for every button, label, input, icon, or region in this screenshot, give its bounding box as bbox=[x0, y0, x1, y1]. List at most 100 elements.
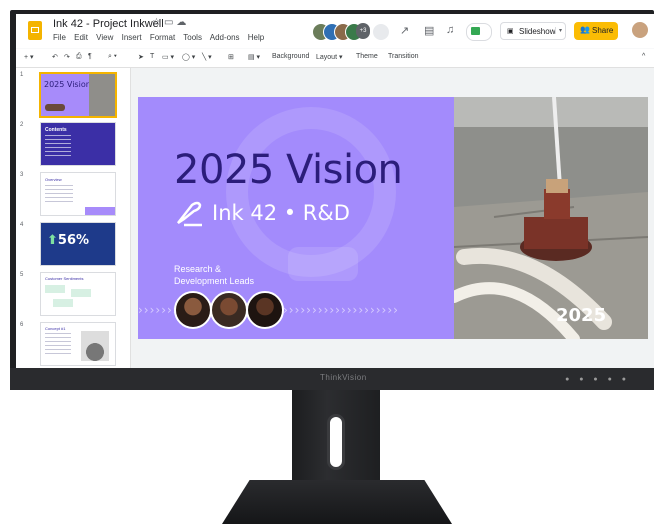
layout-label: Layout bbox=[316, 54, 338, 61]
toolbar: + ▾ ↶ ↷ ⎙ ¶ ⌕ ▾ ➤ T ▭ ▾ ◯ ▾ ╲ ▾ ⊞ ▤ ▾ Ba… bbox=[16, 49, 654, 68]
image-icon[interactable]: ▭ ▾ bbox=[162, 53, 174, 61]
slide-thumbnail[interactable]: Contents bbox=[40, 122, 116, 166]
monitor-buttons[interactable]: ● ● ● ● ● bbox=[565, 376, 630, 383]
menu-insert[interactable]: Insert bbox=[122, 33, 142, 42]
folder-icon[interactable]: ▭ bbox=[164, 17, 176, 28]
slide-number: 4 bbox=[20, 222, 24, 228]
menu-addons[interactable]: Add-ons bbox=[210, 33, 240, 42]
slide-thumbnail[interactable]: Concept #1 bbox=[40, 322, 116, 366]
activity-icon[interactable]: ↗ bbox=[400, 24, 409, 37]
slide-subtitle[interactable]: Ink 42 • R&D bbox=[212, 201, 350, 225]
undo-icon[interactable]: ↶ bbox=[52, 53, 58, 61]
thumb-title: Overview bbox=[45, 177, 62, 182]
notification-icon[interactable]: ♫ bbox=[446, 24, 454, 36]
print-icon[interactable]: ⎙ bbox=[76, 53, 82, 61]
thumb-photo bbox=[89, 74, 115, 116]
thumb-band bbox=[85, 207, 115, 215]
monitor-brand-logo: ThinkVision bbox=[320, 373, 367, 382]
thumb-lines bbox=[45, 185, 73, 203]
layout-button[interactable]: Layout ▾ bbox=[316, 53, 343, 61]
slide-filmstrip: 1 2025 Vision 2 Contents 3 Overview 4 ⬆5… bbox=[16, 68, 131, 368]
menu-tools[interactable]: Tools bbox=[183, 33, 202, 42]
select-icon[interactable]: ➤ bbox=[138, 53, 144, 61]
slideshow-button[interactable]: ▣ Slideshow ▾ bbox=[500, 22, 566, 40]
slideshow-label: Slideshow bbox=[519, 27, 556, 36]
thumb-quill-image bbox=[81, 331, 109, 361]
screen: Ink 42 - Project Inkwell ☆▭☁ File Edit V… bbox=[16, 14, 654, 368]
slide-thumbnail[interactable]: Overview bbox=[40, 172, 116, 216]
slide-canvas: 2025 Vision Ink 42 • R&D Research & Deve… bbox=[131, 68, 654, 368]
redo-icon[interactable]: ↷ bbox=[64, 53, 70, 61]
thumb-card bbox=[71, 289, 91, 297]
line-icon[interactable]: ╲ ▾ bbox=[202, 53, 212, 61]
star-icon[interactable]: ☆ bbox=[152, 17, 164, 28]
people-icon: 👥 bbox=[580, 25, 590, 34]
thumb-card bbox=[53, 299, 73, 307]
thumb-title: Contents bbox=[45, 127, 67, 133]
inkwell-photo[interactable] bbox=[454, 97, 648, 339]
textbox-icon[interactable]: T bbox=[150, 53, 154, 60]
avatar[interactable] bbox=[372, 23, 390, 41]
title-actions: ☆▭☁ bbox=[152, 17, 189, 28]
menu-bar: File Edit View Insert Format Tools Add-o… bbox=[53, 33, 270, 42]
title-bar: Ink 42 - Project Inkwell ☆▭☁ File Edit V… bbox=[16, 14, 654, 48]
thumb-title: Customer Sentiments bbox=[45, 276, 84, 281]
slide-year[interactable]: 2025 bbox=[556, 305, 606, 326]
thumb-faces bbox=[45, 104, 65, 111]
avatar bbox=[246, 291, 284, 329]
collaborators-more-badge[interactable]: +3 bbox=[356, 23, 370, 39]
menu-help[interactable]: Help bbox=[248, 33, 264, 42]
new-slide-icon[interactable]: + ▾ bbox=[24, 53, 34, 61]
menu-format[interactable]: Format bbox=[150, 33, 175, 42]
slide-number: 6 bbox=[20, 322, 24, 328]
inkwell-image bbox=[454, 97, 648, 339]
slide-thumbnail[interactable]: Customer Sentiments bbox=[40, 272, 116, 316]
zoom-icon[interactable]: ⌕ ▾ bbox=[108, 53, 117, 61]
menu-edit[interactable]: Edit bbox=[74, 33, 88, 42]
slide-thumbnail[interactable]: ⬆56% bbox=[40, 222, 116, 266]
cloud-icon[interactable]: ☁ bbox=[176, 17, 189, 28]
slide-number: 5 bbox=[20, 272, 24, 278]
present-icon: ▣ bbox=[507, 28, 514, 35]
slide-number: 2 bbox=[20, 122, 24, 128]
slide[interactable]: 2025 Vision Ink 42 • R&D Research & Deve… bbox=[138, 97, 648, 339]
thumb-stat: 56% bbox=[57, 233, 90, 248]
arrow-up-icon: ⬆ bbox=[47, 233, 58, 248]
quill-icon bbox=[177, 201, 202, 227]
comment-add-icon[interactable]: ⊞ bbox=[228, 53, 234, 61]
decorative-shape bbox=[288, 247, 358, 281]
comments-icon[interactable]: ▤ bbox=[424, 24, 434, 37]
note-line: Research & bbox=[174, 264, 222, 274]
slides-app-icon[interactable] bbox=[28, 21, 42, 40]
slide-title[interactable]: 2025 Vision bbox=[174, 147, 403, 193]
theme-button[interactable]: Theme bbox=[356, 53, 378, 60]
thumb-title: 2025 Vision bbox=[44, 80, 91, 89]
avatar bbox=[174, 291, 212, 329]
share-button[interactable]: 👥 Share bbox=[574, 22, 618, 40]
share-label: Share bbox=[592, 26, 614, 35]
background-button[interactable]: Background bbox=[272, 53, 309, 60]
transition-button[interactable]: Transition bbox=[388, 53, 418, 60]
thumb-lines bbox=[45, 135, 71, 159]
slide-thumbnail[interactable]: 2025 Vision bbox=[39, 72, 117, 118]
slide-note[interactable]: Research & Development Leads bbox=[174, 263, 284, 287]
thumb-lines bbox=[45, 333, 71, 355]
slide-number: 1 bbox=[20, 72, 24, 78]
collapse-icon[interactable]: ^ bbox=[642, 53, 645, 60]
align-icon[interactable]: ▤ ▾ bbox=[248, 53, 260, 61]
document-title[interactable]: Ink 42 - Project Inkwell bbox=[53, 18, 164, 30]
monitor-stand-base bbox=[222, 480, 452, 524]
avatar bbox=[210, 291, 248, 329]
paint-format-icon[interactable]: ¶ bbox=[88, 53, 92, 60]
menu-view[interactable]: View bbox=[96, 33, 113, 42]
cable-management-hole bbox=[327, 414, 345, 470]
chevron-down-icon[interactable]: ▾ bbox=[554, 27, 562, 34]
thumb-title: ⬆56% bbox=[47, 233, 89, 248]
menu-file[interactable]: File bbox=[53, 33, 66, 42]
monitor-chin: ThinkVision ● ● ● ● ● bbox=[10, 368, 654, 390]
thumb-card bbox=[45, 285, 65, 293]
slide-number: 3 bbox=[20, 172, 24, 178]
shape-icon[interactable]: ◯ ▾ bbox=[182, 53, 195, 61]
user-avatar[interactable] bbox=[632, 22, 648, 38]
meet-button[interactable] bbox=[466, 23, 492, 41]
